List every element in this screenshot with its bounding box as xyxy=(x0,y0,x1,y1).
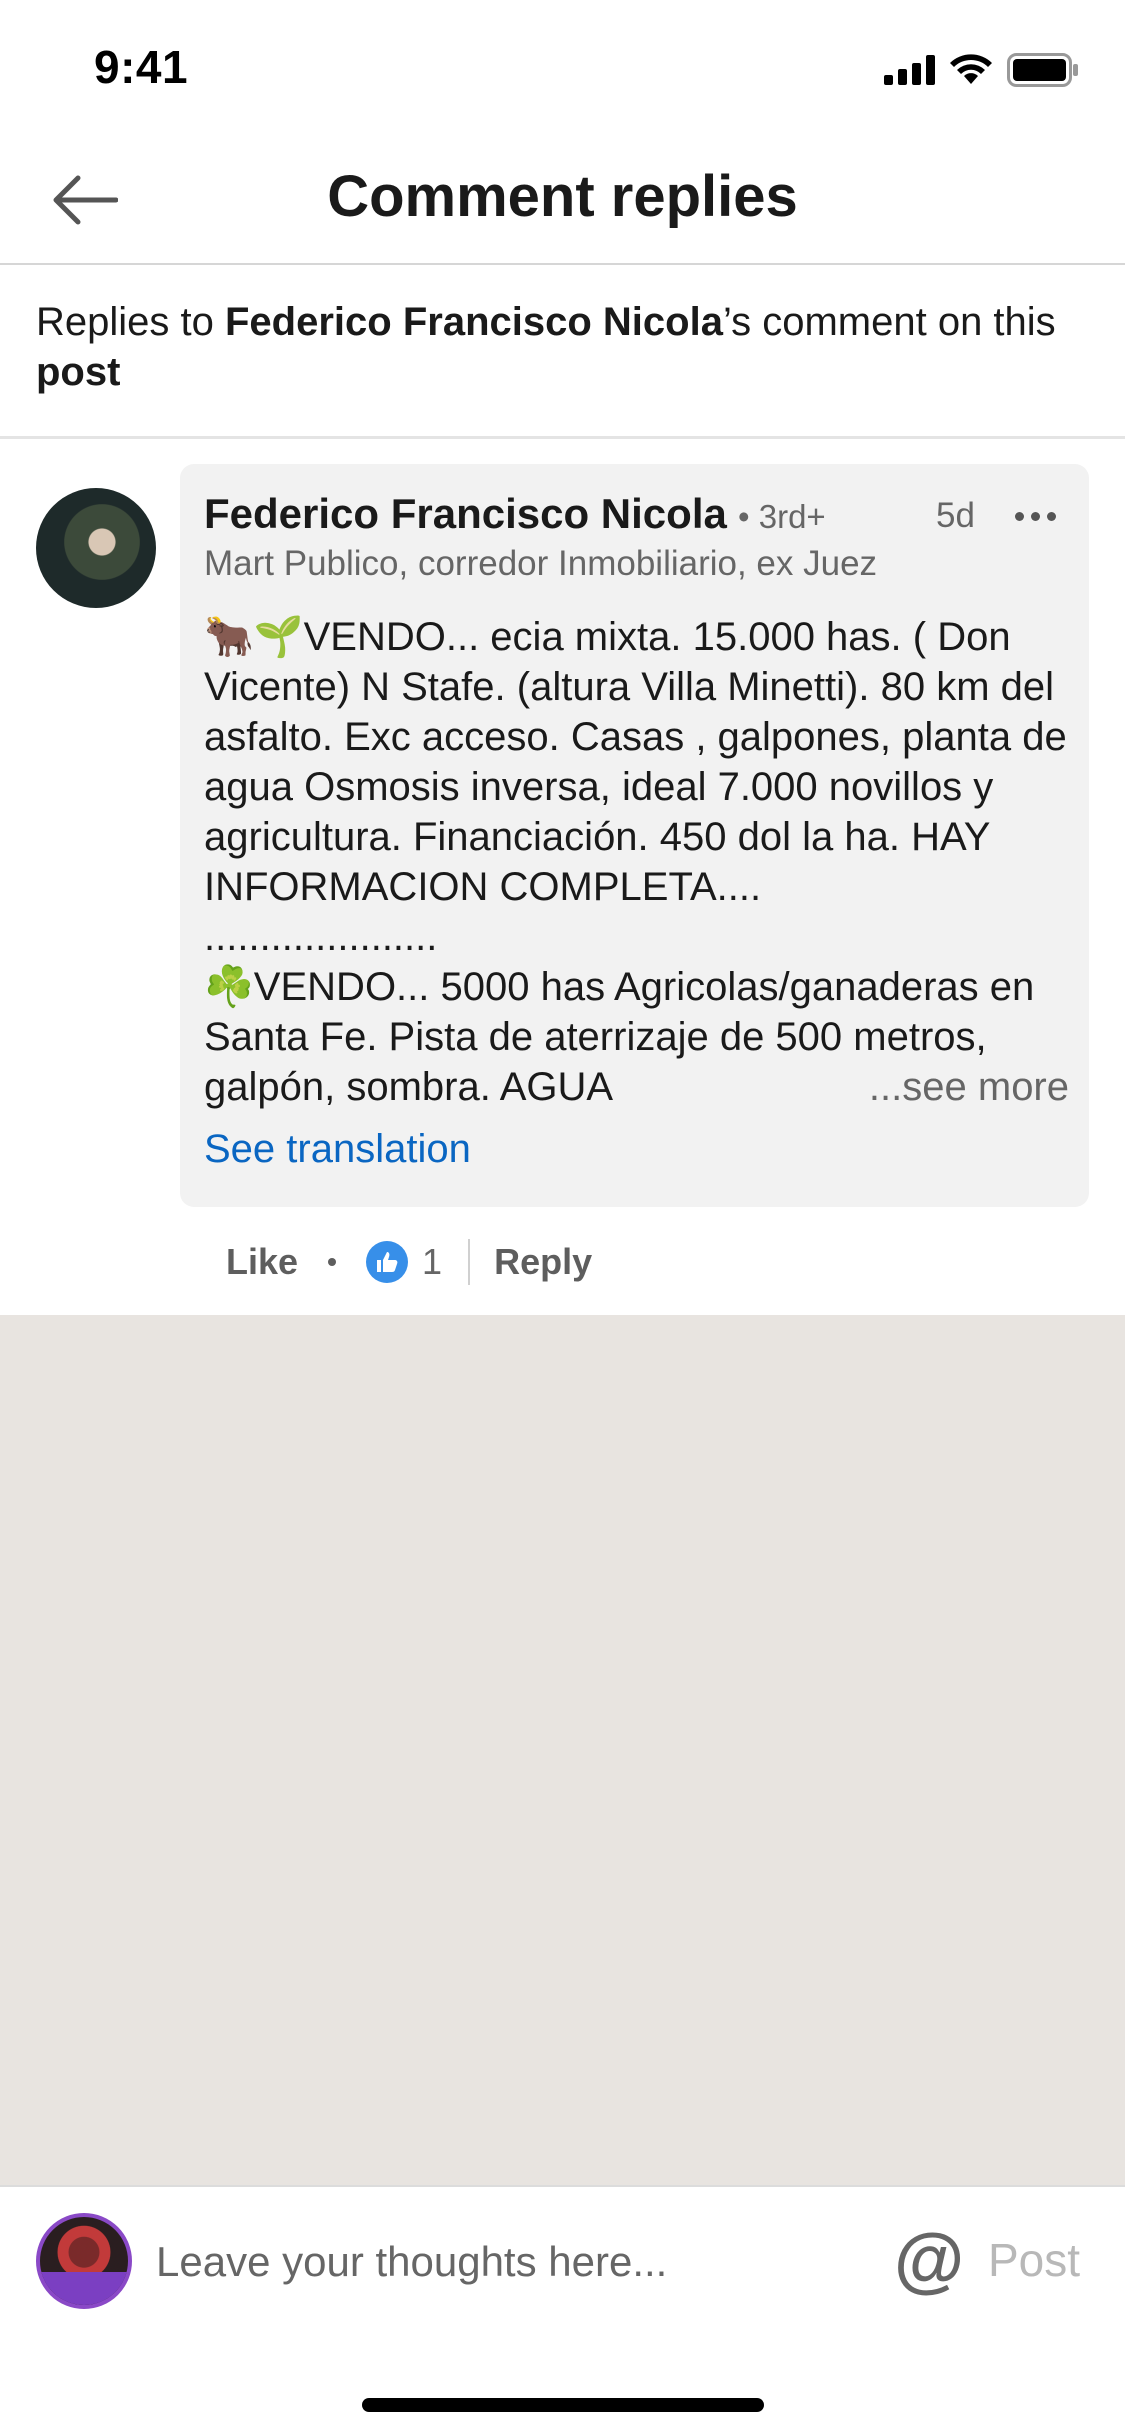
top-navigation-bar: Comment replies xyxy=(0,135,1125,265)
replies-to-post-link[interactable]: post xyxy=(36,350,120,394)
reply-composer: @ Post xyxy=(0,2185,1125,2436)
more-options-button[interactable] xyxy=(1004,486,1066,546)
like-reaction-icon[interactable] xyxy=(366,1241,409,1283)
current-user-avatar xyxy=(36,2213,132,2309)
wifi-icon xyxy=(950,54,992,84)
thumbs-up-icon xyxy=(377,1252,398,1272)
page-title: Comment replies xyxy=(327,164,798,229)
more-dot-icon xyxy=(1046,511,1056,521)
more-dot-icon xyxy=(1014,511,1024,521)
post-button[interactable]: Post xyxy=(988,2225,1080,2295)
status-icons xyxy=(884,52,1079,88)
battery-icon xyxy=(1007,53,1078,87)
comment-bubble: Federico Francisco Nicola • 3rd+ 5d Mart… xyxy=(180,464,1089,1207)
see-translation-link[interactable]: See translation xyxy=(204,1127,471,1172)
replies-to-middle: ’s comment on this xyxy=(722,300,1056,344)
comment-thread: Federico Francisco Nicola • 3rd+ 5d Mart… xyxy=(0,442,1125,1315)
replies-to-prefix: Replies to xyxy=(36,300,225,344)
more-dot-icon xyxy=(1030,511,1040,521)
status-bar: 9:41 xyxy=(0,0,1125,135)
separator-dot xyxy=(328,1258,337,1266)
action-divider xyxy=(468,1239,471,1285)
comment-author-name[interactable]: Federico Francisco Nicola xyxy=(204,490,727,538)
comment-timestamp: 5d xyxy=(936,496,975,535)
comment-body: 🐂🌱VENDO... ecia mixta. 15.000 has. ( Don… xyxy=(204,615,1067,1109)
status-time: 9:41 xyxy=(94,41,189,93)
home-indicator xyxy=(362,2398,764,2412)
like-count[interactable]: 1 xyxy=(422,1241,442,1283)
like-button[interactable]: Like xyxy=(226,1241,298,1283)
connection-degree: • 3rd+ xyxy=(738,498,826,535)
comment-actions: Like 1 Reply xyxy=(226,1232,592,1292)
replies-to-author-link[interactable]: Federico Francisco Nicola xyxy=(225,300,723,344)
hiring-badge xyxy=(40,2271,128,2305)
replies-to-banner: Replies to Federico Francisco Nicola’s c… xyxy=(0,267,1125,439)
cellular-signal-icon xyxy=(884,55,935,85)
author-headline: Mart Publico, corredor Inmobiliario, ex … xyxy=(204,544,878,583)
comment-author-avatar[interactable] xyxy=(36,488,156,608)
empty-replies-area xyxy=(0,1315,1125,2185)
mention-button[interactable]: @ xyxy=(894,2215,964,2305)
reply-button[interactable]: Reply xyxy=(494,1241,592,1283)
reply-input[interactable] xyxy=(156,2227,856,2297)
see-more-link[interactable]: ...see more xyxy=(856,1062,1069,1112)
